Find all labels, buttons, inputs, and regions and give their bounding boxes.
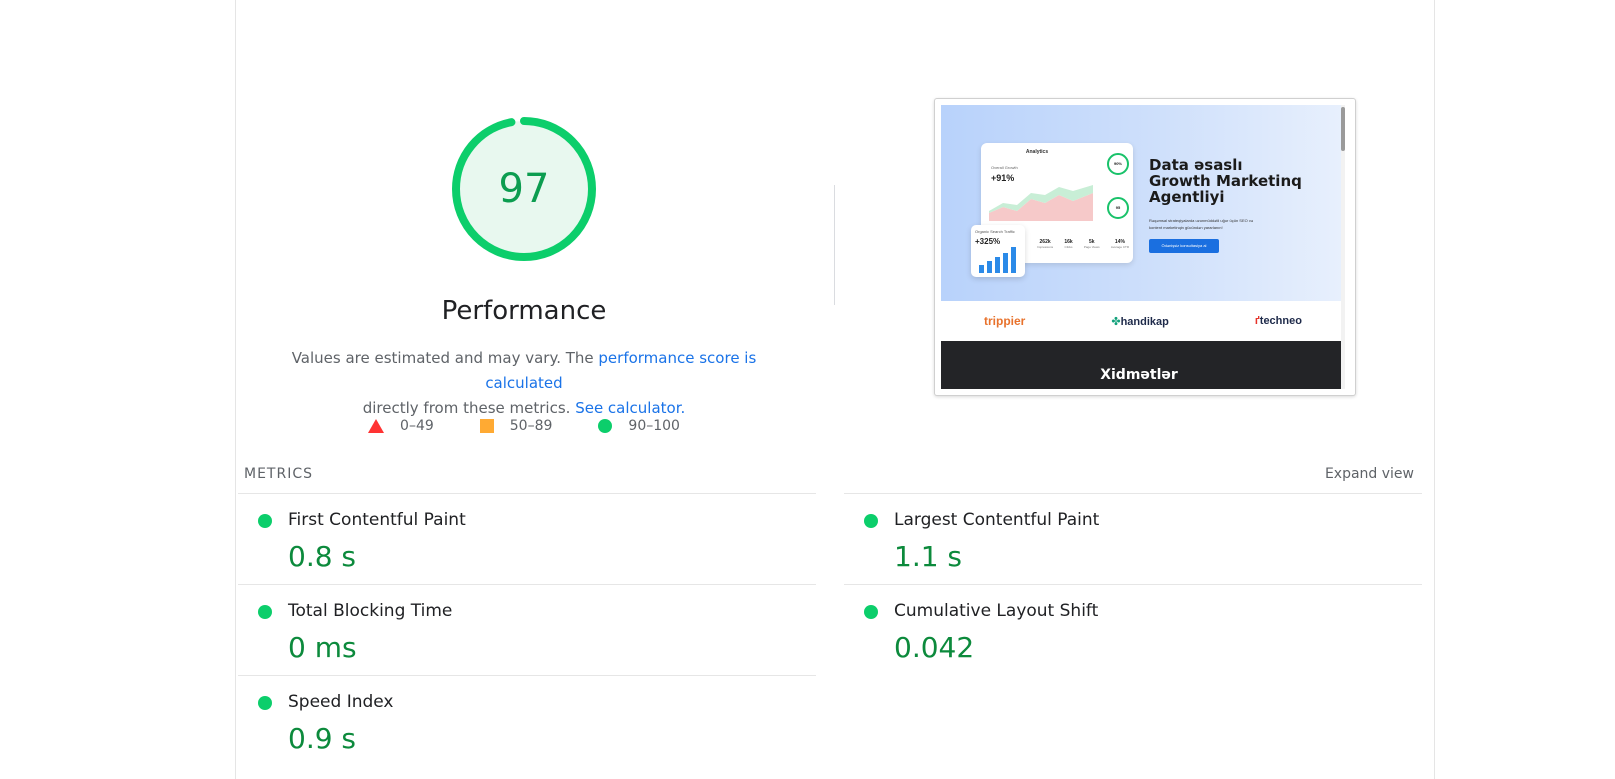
average-square-icon — [479, 419, 494, 433]
metric-largest-contentful-paint[interactable]: Largest Contentful Paint 1.1 s — [844, 493, 1422, 584]
stats-row: 262k Impressions 16k Clicks 5k Page Views 1… — [1037, 239, 1129, 249]
metric-name: Cumulative Layout Shift — [894, 601, 1099, 621]
techneo-logo: ґtechneo — [1254, 315, 1302, 327]
final-screenshot[interactable]: Analytics Overall Growth +91% 90% 95 262… — [934, 98, 1356, 396]
metric-value: 0 ms — [288, 631, 357, 664]
desc-middle: directly from these metrics. — [362, 399, 576, 417]
client-logos: trippier ✤handikap ґtechneo — [941, 301, 1345, 341]
screenshot-scrollbar — [1341, 105, 1345, 389]
see-calculator-link[interactable]: See calculator. — [575, 399, 685, 417]
services-section: Xidmətlər — [941, 341, 1345, 389]
handikap-logo: ✤handikap — [1111, 315, 1169, 328]
report-panel: 97 Performance Values are estimated and … — [235, 0, 1435, 779]
metric-value: 0.8 s — [288, 540, 357, 573]
metric-total-blocking-time[interactable]: Total Blocking Time 0 ms — [238, 584, 816, 675]
traffic-value: +325% — [975, 237, 1001, 246]
legend-average: 50–89 — [479, 418, 553, 434]
performance-circle: 95 — [1107, 197, 1129, 219]
pass-circle-icon — [258, 605, 272, 619]
pass-circle-icon — [864, 514, 878, 528]
vertical-divider — [834, 185, 835, 305]
services-title: Xidmətlər — [1100, 367, 1178, 383]
traffic-bars-icon — [979, 247, 1016, 273]
analytics-card-header: Analytics — [1025, 149, 1049, 155]
metric-value: 0.042 — [894, 631, 975, 664]
performance-gauge[interactable]: 97 — [448, 113, 600, 265]
legend-average-label: 50–89 — [509, 418, 553, 434]
screenshot-content: Analytics Overall Growth +91% 90% 95 262… — [941, 105, 1345, 389]
metric-name: First Contentful Paint — [288, 510, 466, 530]
metric-speed-index[interactable]: Speed Index 0.9 s — [238, 675, 816, 766]
pass-circle-icon — [258, 514, 272, 528]
traffic-label: Organic Search Traffic — [975, 229, 1015, 234]
hero-section: Analytics Overall Growth +91% 90% 95 262… — [941, 105, 1345, 301]
stat-item: 16k Clicks — [1064, 239, 1073, 249]
overall-growth-label: Overall Growth — [991, 165, 1018, 170]
performance-score: 97 — [498, 166, 550, 212]
metric-name: Speed Index — [288, 692, 394, 712]
metric-value: 0.9 s — [288, 722, 357, 755]
growth-area-chart-icon — [989, 185, 1093, 221]
score-description: Values are estimated and may vary. The p… — [276, 346, 772, 421]
metric-cumulative-layout-shift[interactable]: Cumulative Layout Shift 0.042 — [844, 584, 1422, 675]
gauge-title: Performance — [441, 296, 607, 326]
hero-title: Data əsaslı Growth Marketinq Agentliyi — [1149, 156, 1302, 206]
legend-fail: 0–49 — [368, 418, 434, 434]
metric-name: Total Blocking Time — [288, 601, 453, 621]
legend-pass: 90–100 — [598, 418, 680, 434]
desc-prefix: Values are estimated and may vary. The — [291, 349, 599, 367]
consultation-button: Ödənişsiz konsultasiya al — [1149, 239, 1219, 253]
fail-triangle-icon — [368, 419, 385, 433]
page-score-circle: 90% — [1107, 153, 1129, 175]
metrics-header: METRICS — [244, 466, 313, 482]
metric-value: 1.1 s — [894, 540, 963, 573]
metric-name: Largest Contentful Paint — [894, 510, 1100, 530]
stat-item: 262k Impressions — [1037, 239, 1054, 249]
pass-circle-icon — [598, 419, 613, 433]
hero-subtitle: Rəqəmsal strateqiyalarda uzunmüddətli uğ… — [1149, 218, 1254, 230]
pass-circle-icon — [258, 696, 272, 710]
score-legend: 0–49 50–89 90–100 — [236, 418, 812, 434]
stat-item: 5k Page Views — [1083, 239, 1100, 249]
legend-pass-label: 90–100 — [628, 418, 680, 434]
metric-first-contentful-paint[interactable]: First Contentful Paint 0.8 s — [238, 493, 816, 584]
legend-fail-label: 0–49 — [400, 418, 434, 434]
pass-circle-icon — [864, 605, 878, 619]
stat-item: 14% Average CTR — [1110, 239, 1129, 249]
traffic-card: Organic Search Traffic +325% — [971, 225, 1025, 277]
expand-view-button[interactable]: Expand view — [1325, 466, 1414, 482]
scrollbar-thumb — [1341, 107, 1345, 151]
trippier-logo: trippier — [984, 314, 1026, 328]
